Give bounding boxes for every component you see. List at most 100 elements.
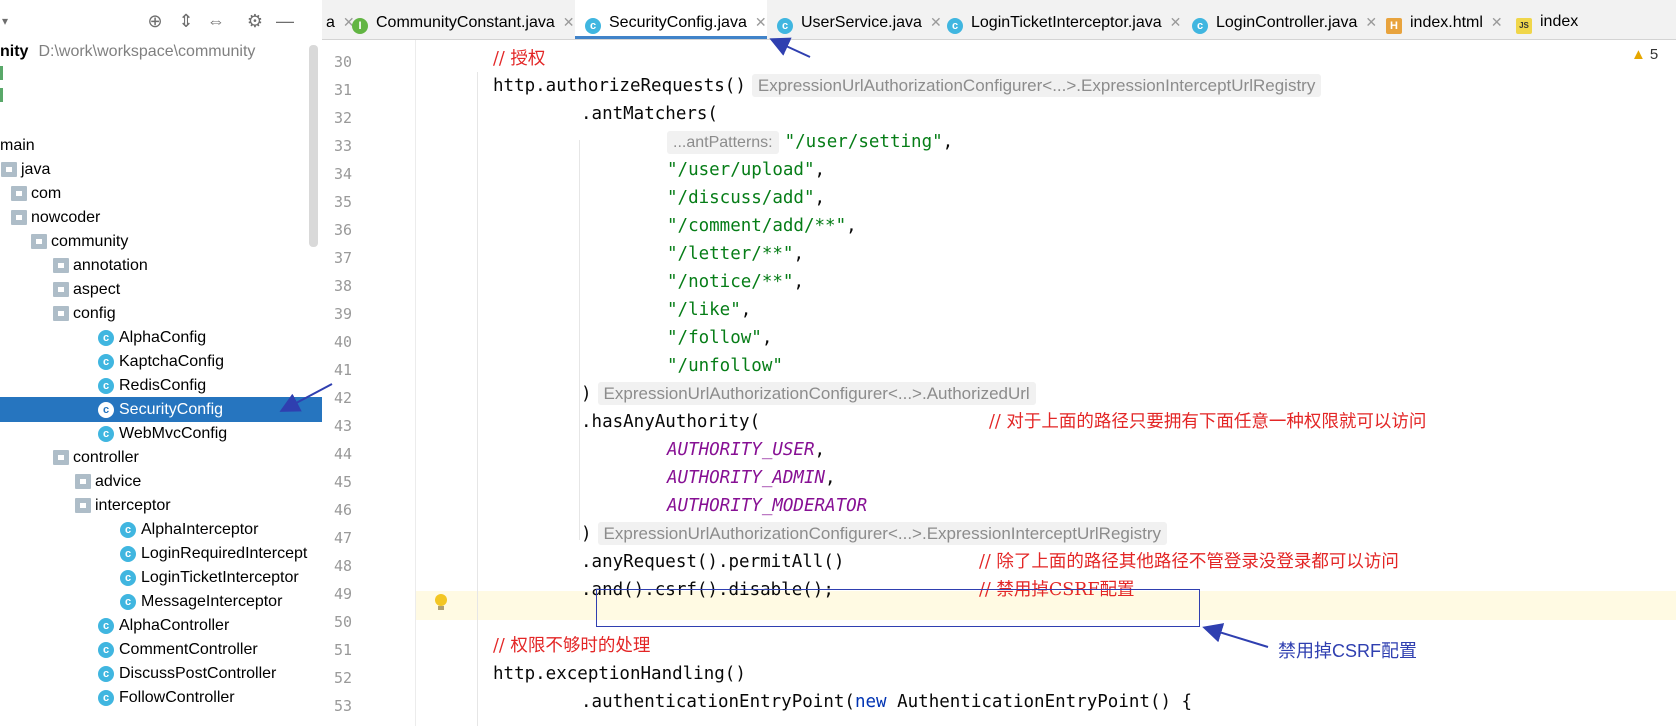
- code-string: "/follow": [667, 328, 762, 348]
- code-line-38: "/notice/**",: [667, 272, 804, 292]
- tab-label: UserService.java: [801, 14, 922, 31]
- tree-node-community[interactable]: ⌄community: [0, 229, 322, 254]
- code-line-47: ) ExpressionUrlAuthorizationConfigurer<..…: [581, 520, 1168, 549]
- collapse-all-icon[interactable]: ⇔: [205, 10, 227, 32]
- inspection-warnings[interactable]: ▲ 5: [1631, 46, 1658, 63]
- tree-node-kaptchaconfig[interactable]: c KaptchaConfig: [0, 349, 322, 374]
- tree-node-label: DiscussPostController: [119, 665, 277, 682]
- close-icon[interactable]: ✕: [755, 14, 767, 30]
- code-line-40: "/follow",: [667, 328, 773, 348]
- tab-label: LoginController.java: [1216, 14, 1358, 31]
- lightbulb-icon[interactable]: [434, 593, 448, 613]
- line-number: 50: [333, 613, 352, 631]
- tab-logincontroller-java[interactable]: c LoginController.java ✕: [1182, 0, 1377, 39]
- hide-panel-icon[interactable]: —: [274, 10, 296, 32]
- annotation-arrow-tab: [769, 37, 811, 58]
- line-number: 33: [333, 137, 352, 155]
- tree-node-annotation[interactable]: ›annotation: [0, 253, 322, 278]
- tab-securityconfig-java[interactable]: c SecurityConfig.java ✕: [575, 0, 767, 39]
- tree-node-loginrequiredintercept[interactable]: c LoginRequiredIntercept: [0, 541, 322, 566]
- js-icon: JS: [1516, 18, 1532, 34]
- indent-guide: [477, 72, 478, 726]
- line-number: 31: [333, 81, 352, 99]
- code-constant: AUTHORITY_MODERATOR: [667, 496, 868, 516]
- line-number: 40: [333, 333, 352, 351]
- line-number: 52: [333, 669, 352, 687]
- line-number: 46: [333, 501, 352, 519]
- tab-label: index.html: [1410, 14, 1483, 31]
- annotation-label: 禁用掉CSRF配置: [1278, 641, 1417, 661]
- tree-node-main[interactable]: main: [0, 133, 322, 158]
- tree-node-label: AlphaConfig: [119, 329, 207, 346]
- tree-node-alphacontroller[interactable]: c AlphaController: [0, 613, 322, 638]
- code-line-48: .anyRequest().permitAll(): [581, 548, 844, 577]
- project-root-node[interactable]: nity D:\work\workspace\community: [0, 40, 255, 64]
- tree-node-nowcoder[interactable]: ⌄nowcoder: [0, 205, 322, 230]
- line-number: 51: [333, 641, 352, 659]
- tree-node-advice[interactable]: ›advice: [0, 469, 322, 494]
- project-scrollbar[interactable]: [309, 45, 318, 247]
- tree-node-interceptor[interactable]: ⌄interceptor: [0, 493, 322, 518]
- interface-icon: I: [352, 18, 368, 34]
- line-number: 44: [333, 445, 352, 463]
- tab-index-html[interactable]: Hindex.html ✕: [1376, 0, 1506, 39]
- tab-communityconstant-java[interactable]: I CommunityConstant.java ✕: [342, 0, 575, 39]
- class-icon: c: [947, 18, 963, 34]
- class-icon: c: [98, 402, 114, 418]
- tree-node-label: AlphaController: [119, 617, 230, 634]
- code-line-35: "/discuss/add",: [667, 188, 826, 208]
- html-icon: H: [1386, 18, 1402, 34]
- annotation-arrow-code: [1202, 623, 1269, 648]
- type-inlay-hint: ExpressionUrlAuthorizationConfigurer<...…: [597, 382, 1036, 405]
- tree-node-label: SecurityConfig: [119, 401, 224, 418]
- expand-all-icon[interactable]: ⇕: [175, 10, 197, 32]
- tree-node-controller[interactable]: ⌄controller: [0, 445, 322, 470]
- locate-crosshair-icon[interactable]: ⊕: [144, 10, 166, 32]
- dropdown-chevron-icon[interactable]: ▾: [0, 10, 16, 32]
- class-icon: c: [98, 666, 114, 682]
- gear-icon[interactable]: ⚙: [244, 10, 266, 32]
- code-text: .hasAnyAuthority(: [581, 412, 761, 432]
- code-line-43: .hasAnyAuthority(: [581, 408, 760, 437]
- annotation-highlight-box: [596, 589, 1200, 627]
- tree-node-messageinterceptor[interactable]: c MessageInterceptor: [0, 589, 322, 614]
- tree-node-label: MessageInterceptor: [141, 593, 283, 610]
- tree-node-label: LoginTicketInterceptor: [141, 569, 299, 586]
- close-icon[interactable]: ✕: [1491, 14, 1503, 30]
- line-number: 38: [333, 277, 352, 295]
- line-number: 47: [333, 529, 352, 547]
- tree-node-label: CommentController: [119, 641, 258, 658]
- type-inlay-hint: ExpressionUrlAuthorizationConfigurer<...…: [751, 74, 1322, 97]
- tree-node-commentcontroller[interactable]: c CommentController: [0, 637, 322, 662]
- code-string: "/unfollow": [667, 356, 783, 376]
- tree-node-followcontroller[interactable]: c FollowController: [0, 685, 322, 710]
- tree-node-webmvcconfig[interactable]: c WebMvcConfig: [0, 421, 322, 446]
- warning-icon: ▲: [1631, 46, 1646, 63]
- tab-index[interactable]: JS index: [1506, 0, 1676, 39]
- tree-node-alphaconfig[interactable]: c AlphaConfig: [0, 325, 322, 350]
- code-line-30: // 授权: [493, 45, 545, 74]
- close-icon[interactable]: ✕: [1170, 14, 1182, 30]
- tree-node-com[interactable]: com: [0, 181, 322, 206]
- line-number: 41: [333, 361, 352, 379]
- folder-icon: [53, 282, 69, 297]
- code-line-32: .antMatchers(: [581, 100, 718, 129]
- code-comment: // 权限不够时的处理: [493, 636, 651, 656]
- close-icon[interactable]: ✕: [563, 14, 575, 30]
- tab-loginticketinterceptor-java[interactable]: c LoginTicketInterceptor.java ✕: [937, 0, 1182, 39]
- folder-icon: [53, 258, 69, 273]
- tree-node-aspect[interactable]: ›aspect: [0, 277, 322, 302]
- code-string: "/discuss/add": [667, 188, 815, 208]
- tree-node-label: config: [73, 305, 116, 322]
- code-text: ): [581, 384, 592, 404]
- tree-node-loginticketinterceptor[interactable]: c LoginTicketInterceptor: [0, 565, 322, 590]
- tree-node-securityconfig[interactable]: c SecurityConfig: [0, 397, 322, 422]
- tree-node-config[interactable]: ⌄config: [0, 301, 322, 326]
- tree-node-label: main: [0, 137, 35, 154]
- tree-node-alphainterceptor[interactable]: c AlphaInterceptor: [0, 517, 322, 542]
- tab-userservice-java[interactable]: c UserService.java ✕: [767, 0, 942, 39]
- tree-node-discusspostcontroller[interactable]: c DiscussPostController: [0, 661, 322, 686]
- tree-node-java[interactable]: java: [0, 157, 322, 182]
- tree-node-label: annotation: [73, 257, 148, 274]
- tree-node-redisconfig[interactable]: c RedisConfig: [0, 373, 322, 398]
